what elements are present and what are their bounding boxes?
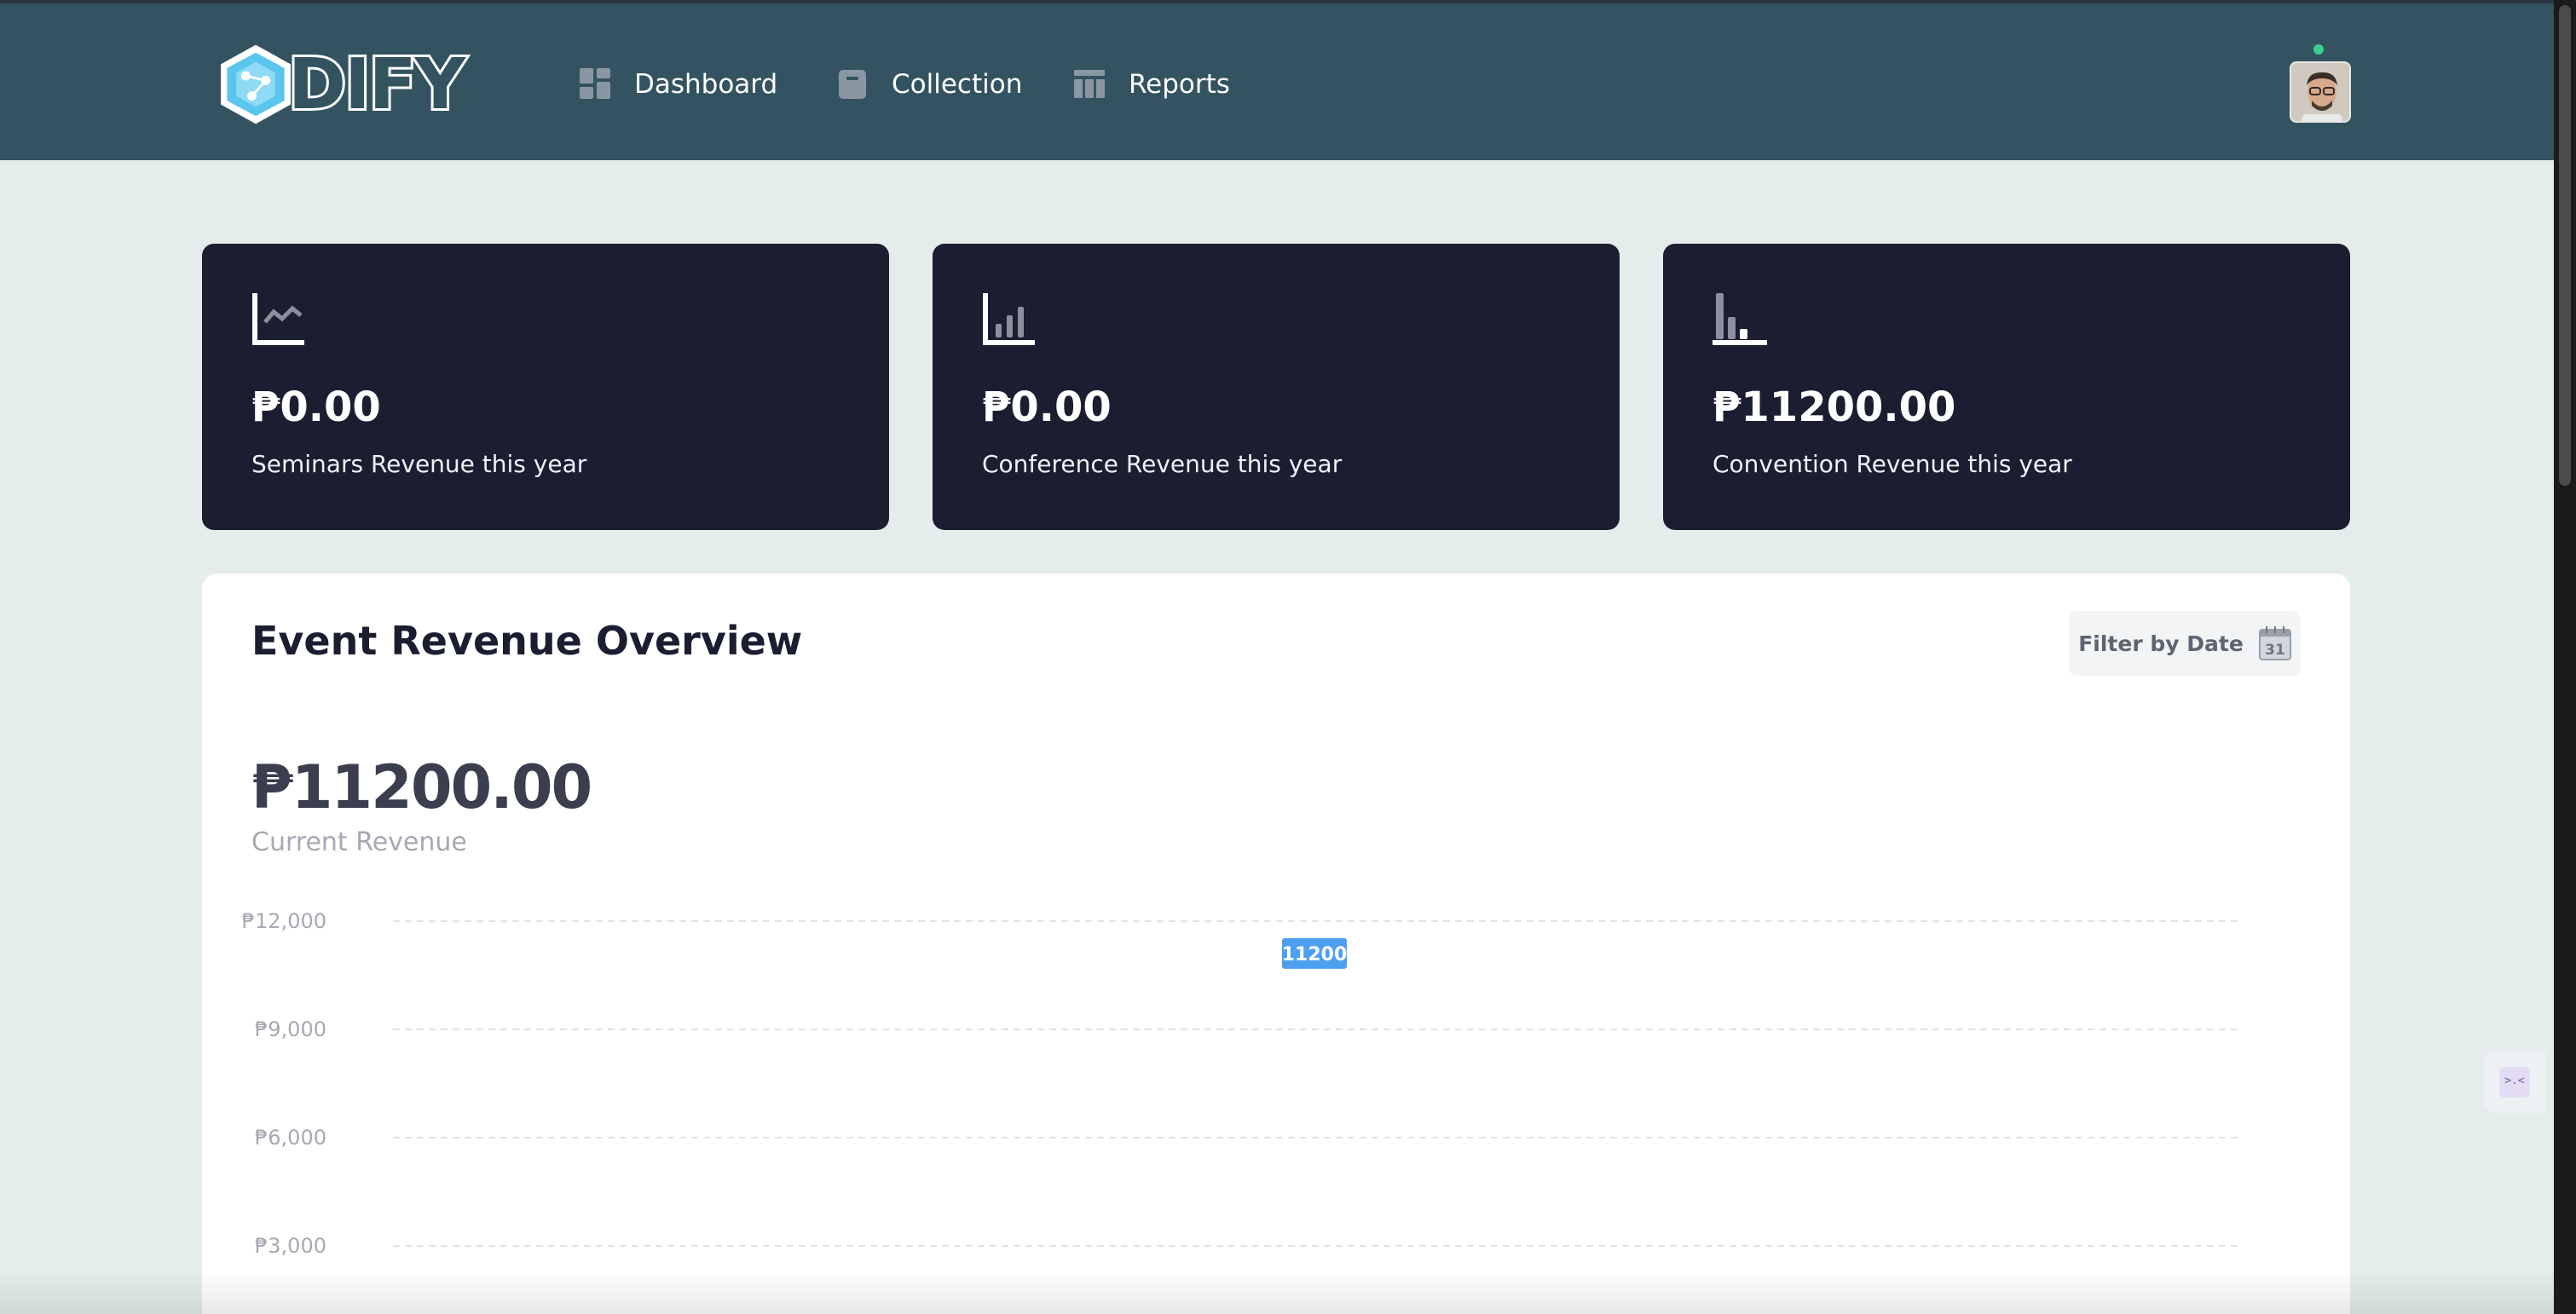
seminars-revenue-amount: ₱0.00 [251, 383, 381, 431]
convention-revenue-card: ₱11200.00 Convention Revenue this year [1663, 244, 2350, 530]
descending-bars-icon [1713, 293, 1767, 345]
nav-reports-label: Reports [1129, 69, 1230, 100]
nav-dashboard[interactable]: Dashboard [580, 63, 777, 106]
calendar-day-text: 31 [2265, 642, 2285, 659]
hexagon-logo-icon [221, 44, 291, 124]
current-revenue-label: Current Revenue [251, 827, 467, 857]
brand-logo[interactable]: DIFY [213, 36, 468, 133]
filter-by-date-label: Filter by Date [2078, 631, 2244, 656]
filter-by-date-button[interactable]: Filter by Date 31 [2069, 611, 2301, 676]
nav-collection-label: Collection [892, 69, 1023, 100]
event-revenue-overview-panel: Event Revenue Overview Filter by Date 31… [202, 573, 2350, 1314]
nav-collection[interactable]: Collection [837, 63, 1022, 106]
conference-revenue-amount: ₱0.00 [982, 383, 1112, 431]
overview-title: Event Revenue Overview [251, 618, 803, 664]
convention-revenue-label: Convention Revenue this year [1713, 450, 2072, 478]
revenue-chart: ₱12,000 ₱9,000 ₱6,000 ₱3,000 11200 [242, 909, 2239, 1258]
user-avatar-image [2291, 63, 2349, 121]
y-tick-label: ₱3,000 [255, 1234, 326, 1258]
bottom-fade [0, 1270, 2554, 1314]
assistant-widget-button[interactable]: >.< [2484, 1052, 2545, 1113]
y-tick-label: ₱12,000 [242, 909, 326, 933]
top-navbar: DIFY Dashboard Collection Reports [0, 0, 2554, 160]
data-label-badge[interactable]: 11200 [1282, 937, 1348, 969]
y-tick-label: ₱9,000 [255, 1017, 326, 1041]
line-chart-icon [252, 293, 304, 345]
user-avatar[interactable] [2290, 61, 2351, 123]
chat-face-icon: >.< [2499, 1067, 2530, 1098]
table-icon [1074, 70, 1105, 98]
brand-logo-text: DIFY [286, 42, 468, 128]
calendar-icon: 31 [2258, 626, 2291, 660]
nav-reports[interactable]: Reports [1074, 63, 1230, 106]
data-label-text: 11200 [1282, 944, 1348, 965]
online-status-dot [2313, 44, 2324, 55]
bar-chart-icon [983, 293, 1035, 345]
current-revenue-amount: ₱11200.00 [251, 752, 592, 822]
convention-revenue-amount: ₱11200.00 [1713, 383, 1956, 431]
y-tick-label: ₱6,000 [255, 1126, 326, 1150]
svg-text:>.<: >.< [2504, 1075, 2525, 1087]
seminars-revenue-label: Seminars Revenue this year [251, 450, 587, 478]
page-scrollbar-thumb[interactable] [2559, 5, 2571, 486]
conference-revenue-label: Conference Revenue this year [982, 450, 1343, 478]
nav-dashboard-label: Dashboard [634, 69, 778, 100]
archive-box-icon [839, 70, 866, 99]
seminars-revenue-card: ₱0.00 Seminars Revenue this year [202, 244, 889, 530]
dashboard-grid-icon [580, 68, 610, 99]
conference-revenue-card: ₱0.00 Conference Revenue this year [933, 244, 1620, 530]
